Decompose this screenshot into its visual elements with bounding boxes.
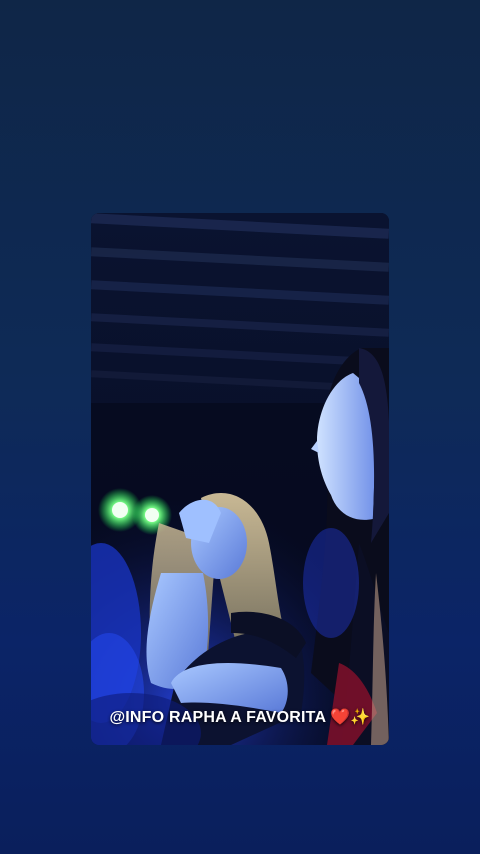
story-media[interactable]: @INFO RAPHA A FAVORITA ❤️✨ [91, 213, 389, 745]
story-caption: @INFO RAPHA A FAVORITA ❤️✨ [109, 709, 371, 726]
party-photo [91, 213, 389, 745]
